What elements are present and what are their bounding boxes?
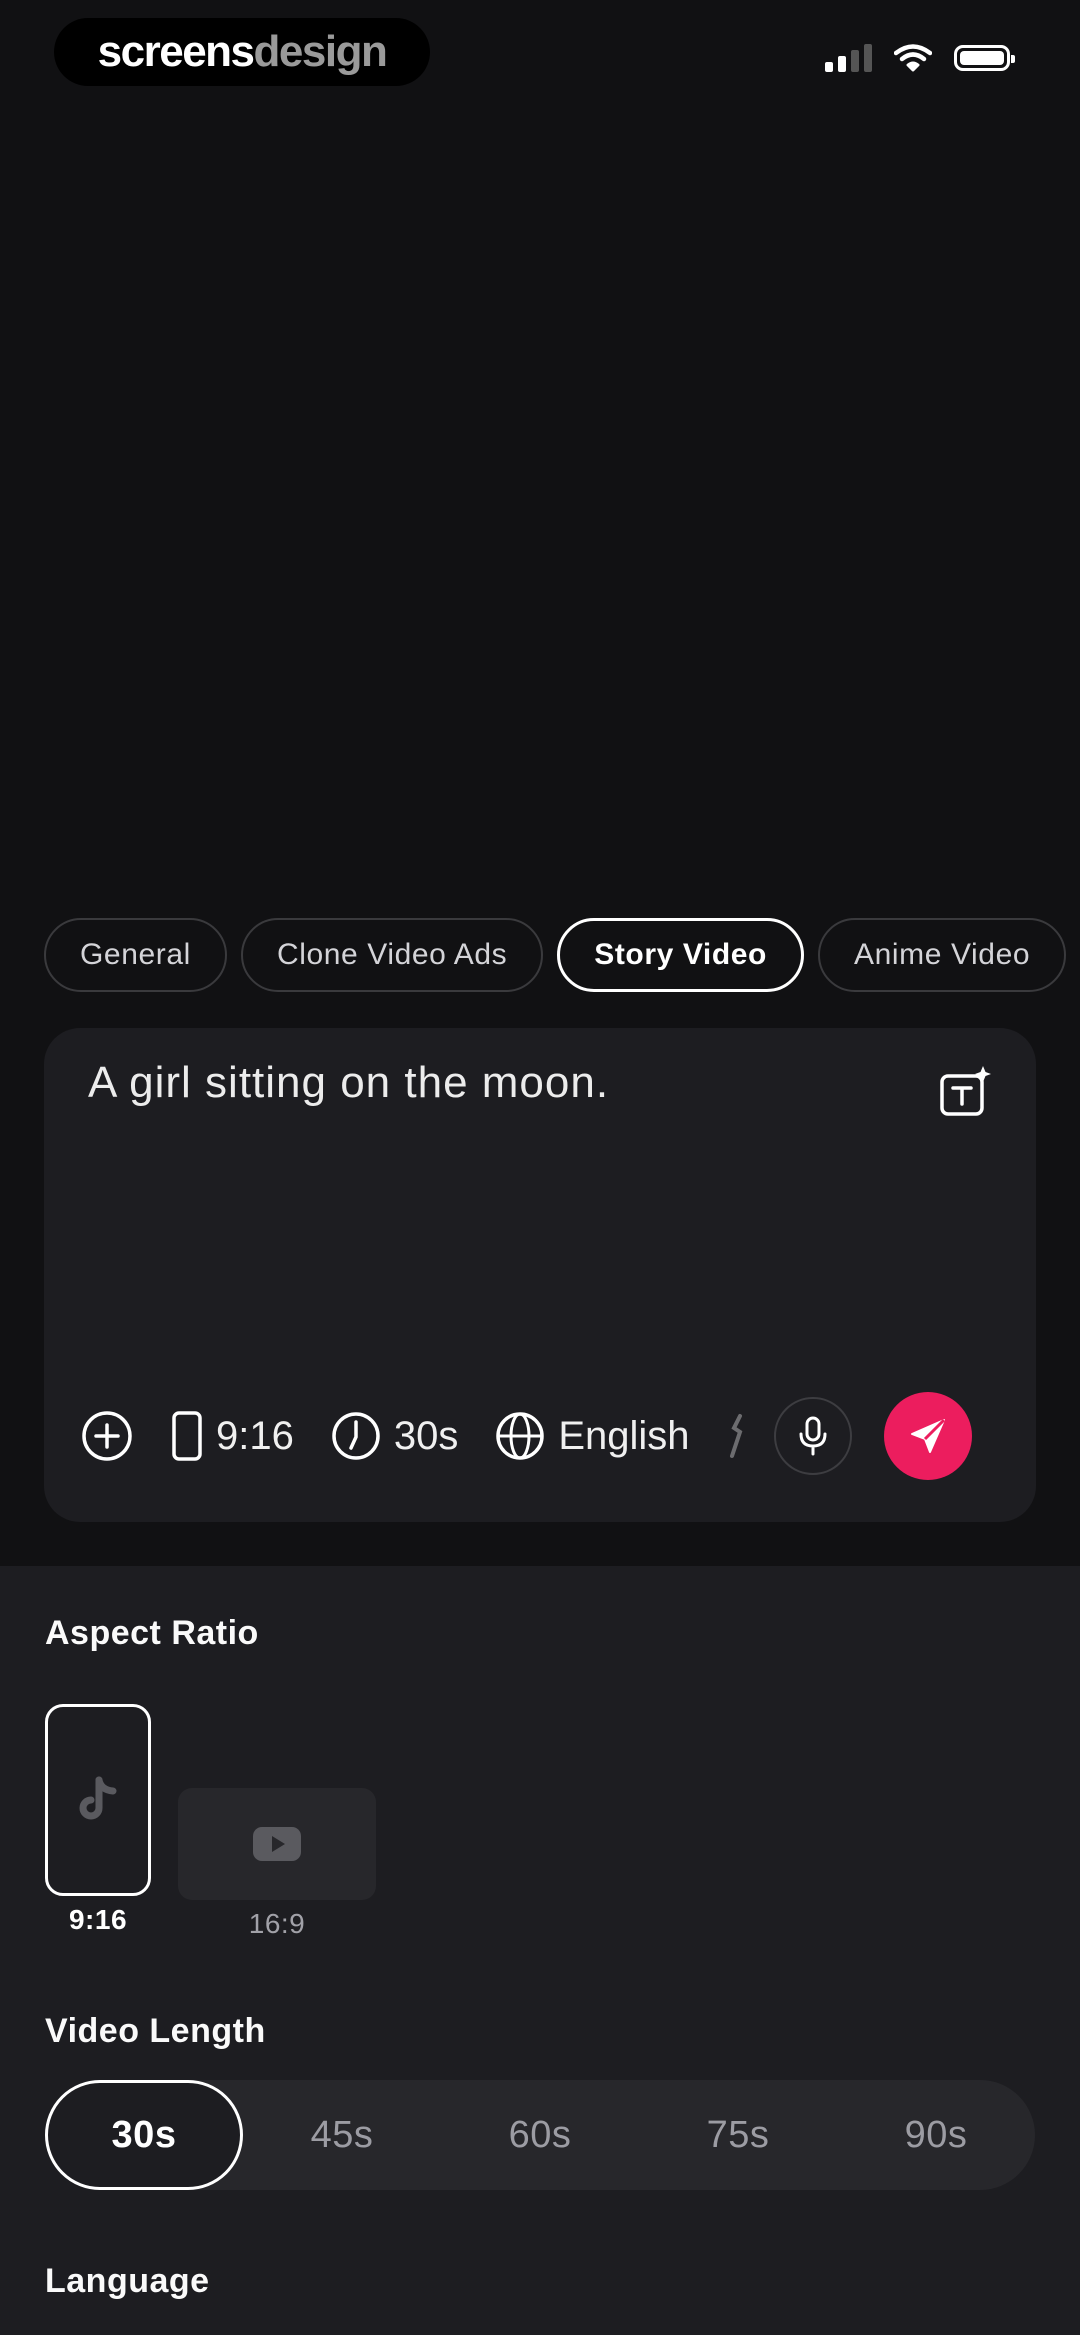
aspect-label-16-9: 16:9 [248,1908,306,1939]
length-option-60s[interactable]: 60s [441,2080,639,2190]
aspect-ratio-value: 9:16 [216,1413,294,1458]
chip-story-video[interactable]: Story Video [557,918,804,992]
plus-circle-icon [82,1411,132,1461]
status-icons [825,44,1015,72]
aspect-option-16-9[interactable]: 16:9 [178,1788,376,1940]
aspect-label-9-16: 9:16 [68,1904,128,1935]
settings-sheet: Aspect Ratio 9:16 16:9 Video Length 30s … [0,1566,1080,2335]
brand-logo-part2: design [253,27,388,76]
aspect-preview-16-9 [178,1788,376,1900]
length-option-45s[interactable]: 45s [243,2080,441,2190]
language-value: English [558,1413,690,1458]
wifi-icon [894,44,932,72]
video-length-title: Video Length [45,2012,266,2050]
category-chips: General Clone Video Ads Story Video Anim… [44,918,1067,992]
aspect-preview-9-16 [45,1704,151,1896]
tiktok-icon [79,1776,117,1820]
language-title: Language [45,2262,210,2300]
chip-general[interactable]: General [44,918,227,992]
brand-logo-part1: screens [97,27,255,76]
aspect-ratio-title: Aspect Ratio [45,1614,259,1652]
aspect-ratio-button[interactable]: 9:16 [170,1410,294,1462]
prompt-card: A girl sitting on the moon. 9:16 30s Eng… [44,1028,1036,1522]
cellular-signal-icon [825,44,872,72]
magic-text-icon[interactable] [938,1064,994,1120]
chip-anime-video[interactable]: Anime Video [817,918,1067,992]
aspect-option-9-16[interactable]: 9:16 [45,1704,151,1936]
youtube-icon [253,1827,301,1861]
microphone-button[interactable] [773,1397,852,1475]
clock-icon [332,1412,380,1460]
prompt-input[interactable]: A girl sitting on the moon. [88,1058,609,1108]
length-option-75s[interactable]: 75s [639,2080,837,2190]
send-icon [910,1418,945,1453]
chip-clone-video-ads[interactable]: Clone Video Ads [240,918,544,992]
battery-icon [954,45,1015,71]
phone-icon [172,1411,202,1461]
globe-icon [496,1412,545,1460]
length-option-30s[interactable]: 30s [45,2080,243,2190]
microphone-icon [799,1416,827,1456]
brand-logo: screens design [54,18,430,86]
voice-style-icon[interactable] [726,1412,750,1460]
send-button[interactable] [883,1392,972,1480]
add-attachment-button[interactable] [80,1409,134,1463]
prompt-toolbar: 9:16 30s English [80,1392,1004,1480]
duration-value: 30s [393,1413,459,1458]
language-button[interactable]: English [494,1410,690,1462]
length-option-90s[interactable]: 90s [837,2080,1035,2190]
video-length-selector: 30s 45s 60s 75s 90s [45,2080,1035,2190]
duration-button[interactable]: 30s [330,1410,459,1462]
